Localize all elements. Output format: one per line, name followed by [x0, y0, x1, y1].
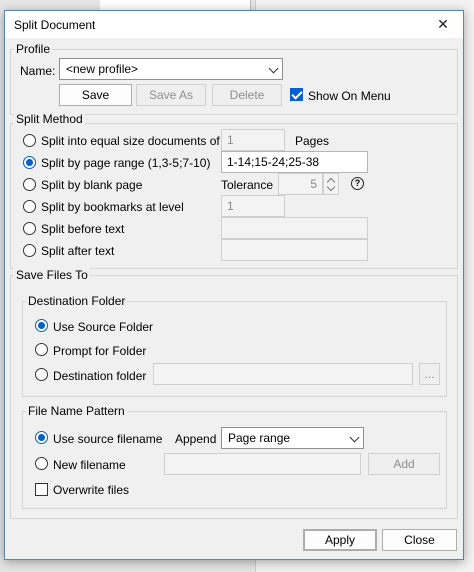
destination-folder-label: Destination folder — [53, 369, 147, 383]
split-equal-size-radio[interactable] — [23, 134, 36, 147]
destination-folder-radio[interactable] — [35, 368, 48, 381]
use-source-filename-label: Use source filename — [53, 432, 163, 446]
new-filename-label: New filename — [53, 458, 126, 472]
profile-name-dropdown[interactable]: <new profile> — [59, 58, 283, 80]
append-dropdown[interactable]: Page range — [221, 427, 364, 449]
bookmark-level-input[interactable]: 1 — [221, 195, 285, 217]
tolerance-input[interactable]: 5 — [278, 173, 323, 195]
chevron-down-icon — [268, 63, 279, 74]
split-equal-size-label: Split into equal size documents of — [41, 134, 220, 148]
append-value: Page range — [228, 431, 291, 445]
destination-folder-legend: Destination Folder — [26, 294, 128, 308]
split-method-legend: Split Method — [14, 112, 85, 126]
split-page-range-label: Split by page range (1,3-5;7-10) — [41, 156, 211, 170]
profile-legend: Profile — [14, 42, 53, 56]
use-source-filename-radio[interactable] — [35, 431, 48, 444]
tolerance-value: 5 — [310, 177, 317, 191]
split-blank-page-label: Split by blank page — [41, 178, 143, 192]
save-profile-button[interactable]: Save — [59, 84, 132, 106]
spin-down-icon[interactable] — [326, 182, 336, 192]
split-before-text-radio[interactable] — [23, 222, 36, 235]
new-filename-input[interactable] — [164, 453, 361, 475]
save-files-legend: Save Files To — [14, 268, 90, 282]
overwrite-files-label: Overwrite files — [53, 483, 130, 497]
show-on-menu-label: Show On Menu — [308, 89, 391, 103]
add-button[interactable]: Add — [368, 453, 440, 475]
equal-size-pages-input[interactable]: 1 — [221, 129, 285, 151]
apply-button[interactable]: Apply — [303, 529, 377, 551]
save-as-button[interactable]: Save As — [136, 84, 206, 106]
append-label: Append — [175, 432, 217, 446]
split-before-text-label: Split before text — [41, 222, 125, 236]
close-icon[interactable]: ✕ — [433, 14, 453, 34]
page-range-input[interactable]: 1-14;15-24;25-38 — [221, 151, 368, 173]
help-icon[interactable]: ? — [351, 177, 364, 190]
before-text-input[interactable] — [221, 217, 368, 239]
show-on-menu-checkbox[interactable] — [290, 88, 303, 101]
close-button[interactable]: Close — [382, 529, 457, 551]
split-bookmarks-label: Split by bookmarks at level — [41, 200, 184, 214]
split-document-dialog: Split Document ✕ Profile Name: <new prof… — [4, 10, 464, 560]
pages-suffix-label: Pages — [295, 134, 330, 148]
file-name-pattern-legend: File Name Pattern — [26, 404, 127, 418]
after-text-input[interactable] — [221, 239, 368, 261]
prompt-for-folder-label: Prompt for Folder — [53, 344, 147, 358]
title-bar: Split Document ✕ — [5, 11, 463, 38]
tolerance-spinner[interactable] — [323, 173, 339, 195]
delete-profile-button[interactable]: Delete — [212, 84, 282, 106]
use-source-folder-radio[interactable] — [35, 319, 48, 332]
split-page-range-radio[interactable] — [23, 156, 36, 169]
profile-name-value: <new profile> — [66, 62, 139, 76]
split-blank-page-radio[interactable] — [23, 178, 36, 191]
destination-folder-input[interactable] — [153, 363, 413, 385]
split-bookmarks-radio[interactable] — [23, 200, 36, 213]
dialog-title: Split Document — [14, 18, 96, 32]
prompt-for-folder-radio[interactable] — [35, 343, 48, 356]
new-filename-radio[interactable] — [35, 457, 48, 470]
browse-folder-button[interactable]: ... — [419, 363, 440, 385]
overwrite-files-checkbox[interactable] — [35, 483, 48, 496]
split-after-text-label: Split after text — [41, 244, 115, 258]
profile-name-label: Name: — [20, 64, 56, 78]
chevron-down-icon — [349, 432, 360, 443]
split-after-text-radio[interactable] — [23, 244, 36, 257]
use-source-folder-label: Use Source Folder — [53, 320, 154, 334]
tolerance-label: Tolerance — [221, 178, 274, 192]
